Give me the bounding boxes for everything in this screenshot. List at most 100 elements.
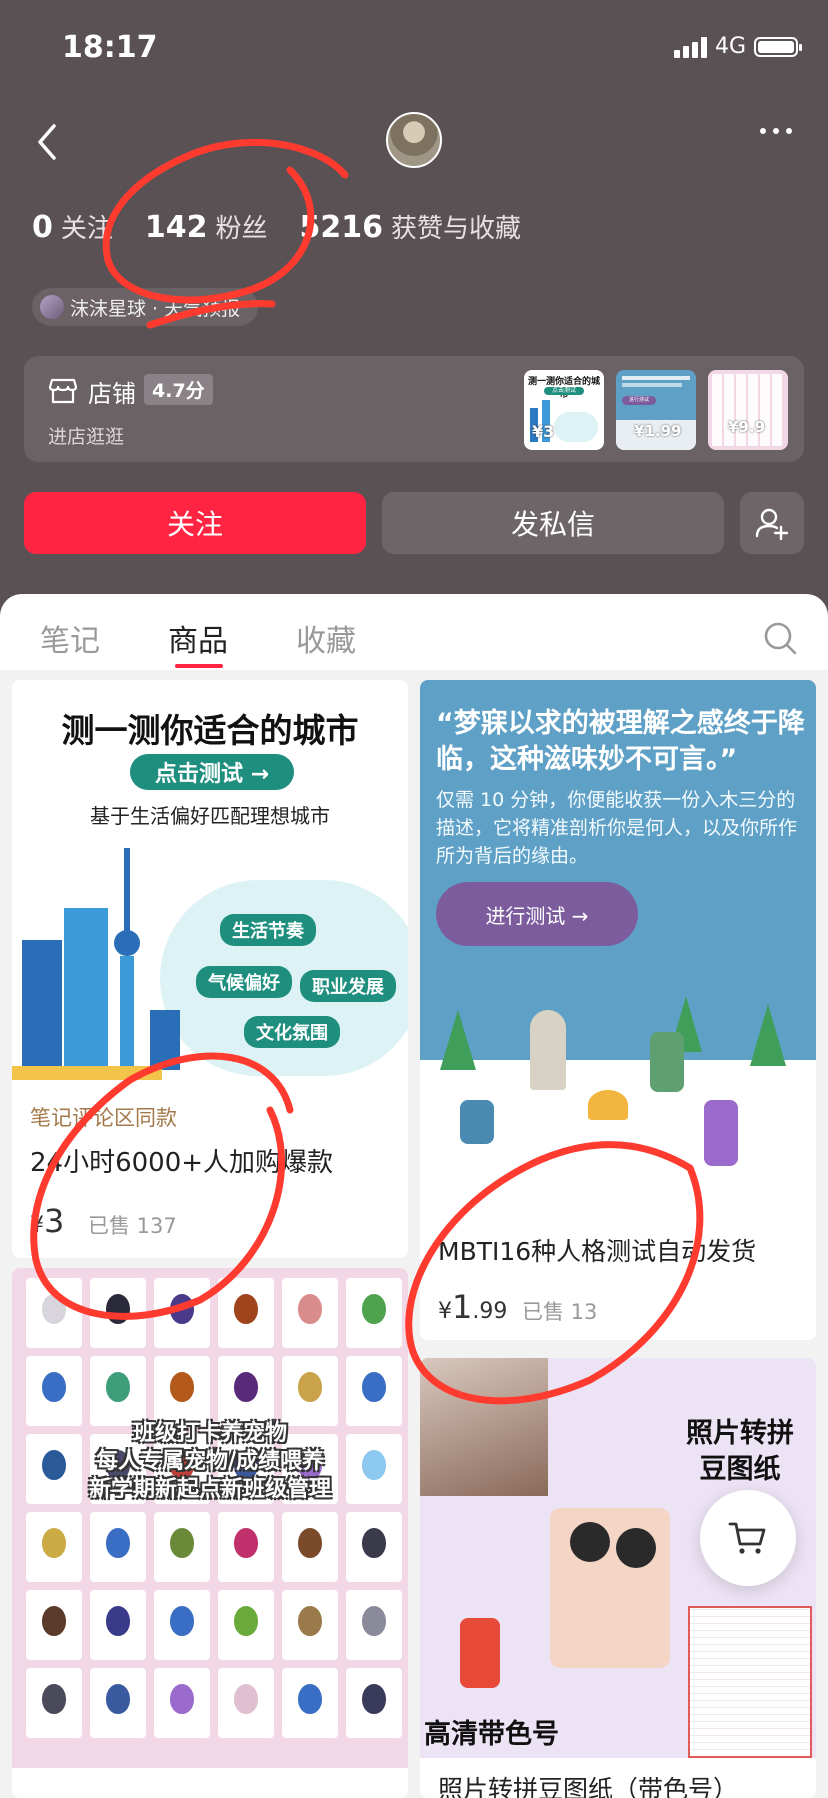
city-image-title: 测一测你适合的城市 [61,711,359,750]
shop-thumb-mbti-btn: 进行测试 [622,396,656,405]
product-tagline: 笔记评论区同款 [30,1106,177,1130]
stat-following-count: 0 [32,210,53,245]
product-sold: 已售 13 [522,1300,598,1324]
tower-body [120,956,134,1070]
egg-icon [362,1606,386,1636]
shop-thumb-pet[interactable]: ¥9.9 [708,370,788,450]
egg-icon [106,1606,130,1636]
shop-thumb-pet-price: ¥9.9 [728,418,766,436]
pet-egg-cell [154,1278,210,1348]
pet-egg-cell [90,1278,146,1348]
add-user-icon [755,508,789,540]
shop-thumb-city[interactable]: 测一测你适合的城市 点击测试 ¥3 [524,370,604,450]
tree-3 [750,1004,786,1066]
search-icon[interactable] [762,620,798,656]
pill-culture: 文化氛围 [244,1016,340,1048]
product-card-pet[interactable]: 班级打卡养宠物 每人专属宠物/成绩喂养 新学期新起点新班级管理 [12,1268,408,1798]
building-1 [22,940,62,1070]
status-time: 18:17 [62,30,158,65]
egg-icon [106,1294,130,1324]
product-price: ¥1.99 [438,1288,508,1326]
ground [12,1066,162,1080]
egg-icon [170,1684,194,1714]
profile-header: 18:17 4G 0 关注 142 粉丝 5216 获赞与收藏 沫沫星球 · 天气预报 [0,0,828,620]
pet-egg-cell [282,1590,338,1660]
cart-button[interactable] [700,1490,796,1586]
pet-egg-cell [282,1356,338,1426]
egg-icon [362,1684,386,1714]
shop-score: 4.7分 [144,374,213,405]
stat-following[interactable]: 0 关注 [32,208,113,245]
pet-egg-cell [26,1590,82,1660]
stat-likes-label: 获赞与收藏 [391,214,522,244]
pet-egg-cell [154,1590,210,1660]
product-card-mbti[interactable]: “梦寐以求的被理解之感终于降临，这种滋味妙不可言。” 仅需 10 分钟，你便能收… [420,680,816,1340]
pet-egg-cell [346,1668,402,1738]
egg-icon [234,1372,258,1402]
figure-blue [460,1100,494,1144]
status-indicators: 4G [673,34,802,59]
pet-egg-cell [218,1278,274,1348]
pet-egg-cell [154,1356,210,1426]
couple-photo [420,1358,548,1496]
follow-button[interactable]: 关注 [24,492,366,554]
egg-icon [42,1294,66,1324]
avatar[interactable] [386,112,442,168]
tower-ball [114,930,140,956]
tab-notes[interactable]: 笔记 [40,616,100,660]
pet-egg-cell [218,1668,274,1738]
more-icon[interactable] [760,128,792,134]
egg-icon [170,1294,194,1324]
egg-icon [106,1684,130,1714]
pet-egg-cell [90,1356,146,1426]
egg-icon [170,1528,194,1558]
add-friend-button[interactable] [740,492,804,554]
mbti-description: 仅需 10 分钟，你便能收获一份入木三分的描述，它将精准剖析你是何人，以及你所作… [436,789,798,867]
shop-thumb-city-btn: 点击测试 [544,387,584,395]
mbti-test-button: 进行测试 → [436,882,638,946]
shop-thumb-mbti[interactable]: 进行测试 ¥1.99 [616,370,696,450]
pet-egg-cell [346,1590,402,1660]
tree-1 [440,1010,476,1070]
egg-icon [42,1606,66,1636]
pagoda [150,1010,180,1070]
cartoon-hair-2 [616,1528,656,1568]
stat-likes[interactable]: 5216 获赞与收藏 [300,208,522,245]
profile-tag[interactable]: 沫沫星球 · 天气预报 [32,288,259,326]
egg-icon [298,1606,322,1636]
shop-card[interactable]: 店铺 4.7分 进店逛逛 测一测你适合的城市 点击测试 ¥3 进行测试 ¥1.9… [24,356,804,462]
egg-icon [106,1372,130,1402]
pill-pace: 生活节奏 [220,914,316,946]
figure-green [650,1032,684,1092]
product-name: 24小时6000+人加购爆款 [30,1148,334,1178]
egg-icon [298,1294,322,1324]
pet-egg-cell [218,1512,274,1582]
egg-icon [42,1684,66,1714]
shop-label: 店铺 [88,380,136,408]
egg-icon [170,1606,194,1636]
network-type: 4G [714,34,746,59]
back-arrow-icon[interactable] [32,118,64,166]
pet-egg-cell [26,1512,82,1582]
tab-products[interactable]: 商品 [168,616,228,660]
tab-collections[interactable]: 收藏 [296,616,356,660]
stat-followers[interactable]: 142 粉丝 [145,208,268,245]
product-card-city[interactable]: 测一测你适合的城市 点击测试 → 基于生活偏好匹配理想城市 生活节奏 气候偏好 … [12,680,408,1258]
pet-egg-cell [26,1278,82,1348]
shop-thumb-city-price: ¥3 [532,422,555,441]
content-tabs: 笔记 商品 收藏 [0,594,828,670]
pill-climate: 气候偏好 [196,966,292,998]
pet-egg-cell [26,1668,82,1738]
egg-icon [234,1294,258,1324]
pet-egg-cell [154,1512,210,1582]
egg-icon [234,1606,258,1636]
signal-icon [673,36,707,58]
shop-enter-link[interactable]: 进店逛逛 [48,422,124,449]
profile-stats: 0 关注 142 粉丝 5216 获赞与收藏 [32,208,521,245]
egg-icon [42,1528,66,1558]
shop-icon [48,378,78,404]
pet-egg-cell [282,1668,338,1738]
mbti-quote: “梦寐以求的被理解之感终于降临，这种滋味妙不可言。” [436,708,805,775]
message-button[interactable]: 发私信 [382,492,724,554]
pet-line-1: 班级打卡养宠物 [132,1421,287,1446]
